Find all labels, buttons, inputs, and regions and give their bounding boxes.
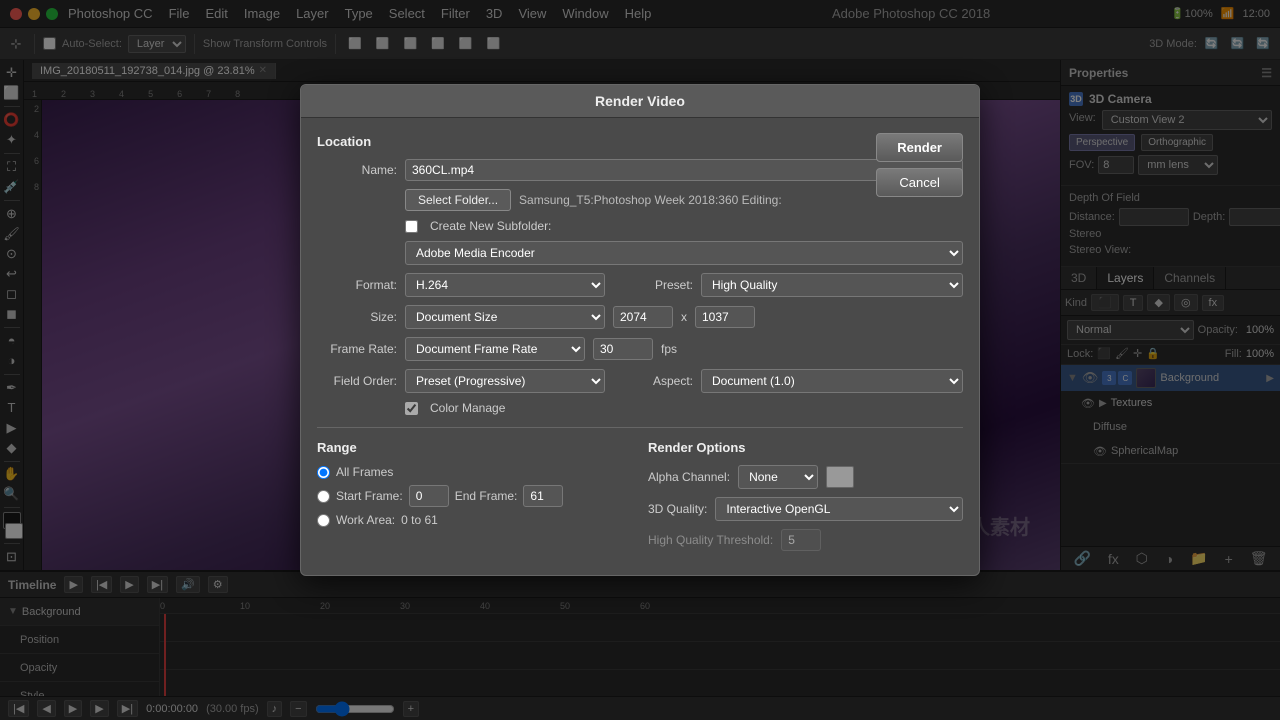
format-row: Format: H.264 Preset: High Quality	[317, 273, 963, 297]
all-frames-label: All Frames	[336, 465, 393, 479]
alpha-channel-select[interactable]: None	[738, 465, 818, 489]
encoder-select[interactable]: Adobe Media Encoder	[405, 241, 963, 265]
hq-threshold-row: High Quality Threshold:	[648, 529, 963, 551]
subfolder-label: Create New Subfolder:	[430, 219, 551, 233]
aspect-field-label: Aspect:	[613, 374, 693, 388]
cancel-button[interactable]: Cancel	[876, 168, 963, 197]
alpha-swatch	[826, 466, 854, 488]
work-area-radio[interactable]	[317, 514, 330, 527]
size-row: Size: Document Size x	[317, 305, 963, 329]
work-area-label: Work Area:	[336, 513, 395, 527]
folder-path: Samsung_T5:Photoshop Week 2018:360 Editi…	[519, 193, 782, 207]
all-frames-radio[interactable]	[317, 466, 330, 479]
work-area-value: 0 to 61	[401, 513, 438, 527]
all-frames-radio-row: All Frames	[317, 465, 632, 479]
start-frame-input[interactable]	[409, 485, 449, 507]
render-options-title: Render Options	[648, 440, 963, 455]
hq-threshold-label: High Quality Threshold:	[648, 533, 773, 547]
modal-title: Render Video	[301, 85, 979, 118]
preset-field-label: Preset:	[613, 278, 693, 292]
render-video-modal: Render Video Render Cancel Location Name…	[300, 84, 980, 576]
modal-divider	[317, 427, 963, 428]
quality-3d-select[interactable]: Interactive OpenGL	[715, 497, 963, 521]
color-manage-checkbox[interactable]	[405, 402, 418, 415]
render-options-col: Render Options Alpha Channel: None 3D Qu…	[648, 440, 963, 559]
size-field-label: Size:	[317, 310, 397, 324]
fieldorder-select[interactable]: Preset (Progressive)	[405, 369, 605, 393]
subfolder-checkbox[interactable]	[405, 220, 418, 233]
width-input[interactable]	[613, 306, 673, 328]
subfolder-row: Create New Subfolder:	[317, 219, 963, 233]
render-button[interactable]: Render	[876, 133, 963, 162]
color-manage-row: Color Manage	[405, 401, 963, 415]
modal-two-col: Range All Frames Start Frame: End Frame:	[317, 440, 963, 559]
work-area-radio-row: Work Area: 0 to 61	[317, 513, 632, 527]
framerate-select[interactable]: Document Frame Rate	[405, 337, 585, 361]
framerate-field-label: Frame Rate:	[317, 342, 397, 356]
framerate-row: Frame Rate: Document Frame Rate fps	[317, 337, 963, 361]
name-field-label: Name:	[317, 163, 397, 177]
name-row: Name:	[317, 159, 963, 181]
aspect-select[interactable]: Document (1.0)	[701, 369, 963, 393]
size-select[interactable]: Document Size	[405, 305, 605, 329]
end-frame-label: End Frame:	[455, 489, 518, 503]
range-title: Range	[317, 440, 632, 455]
end-frame-input[interactable]	[523, 485, 563, 507]
preset-select[interactable]: High Quality	[701, 273, 963, 297]
alpha-channel-row: Alpha Channel: None	[648, 465, 963, 489]
quality-3d-label: 3D Quality:	[648, 502, 707, 516]
fps-unit-label: fps	[661, 342, 677, 356]
folder-row: Select Folder... Samsung_T5:Photoshop We…	[317, 189, 963, 211]
select-folder-button[interactable]: Select Folder...	[405, 189, 511, 211]
range-col: Range All Frames Start Frame: End Frame:	[317, 440, 632, 559]
start-frame-radio-row: Start Frame: End Frame:	[317, 485, 632, 507]
start-frame-radio[interactable]	[317, 490, 330, 503]
height-input[interactable]	[695, 306, 755, 328]
fps-input[interactable]	[593, 338, 653, 360]
format-field-label: Format:	[317, 278, 397, 292]
fieldorder-field-label: Field Order:	[317, 374, 397, 388]
color-manage-label: Color Manage	[430, 401, 505, 415]
modal-actions: Render Cancel	[876, 133, 963, 197]
quality-3d-row: 3D Quality: Interactive OpenGL	[648, 497, 963, 521]
alpha-channel-label: Alpha Channel:	[648, 470, 730, 484]
format-select[interactable]: H.264	[405, 273, 605, 297]
modal-overlay: Render Video Render Cancel Location Name…	[0, 0, 1280, 720]
encoder-row: Adobe Media Encoder	[317, 241, 963, 265]
fieldorder-row: Field Order: Preset (Progressive) Aspect…	[317, 369, 963, 393]
x-separator: x	[681, 310, 687, 324]
location-label: Location	[317, 134, 963, 149]
start-frame-label: Start Frame:	[336, 489, 403, 503]
hq-threshold-input	[781, 529, 821, 551]
